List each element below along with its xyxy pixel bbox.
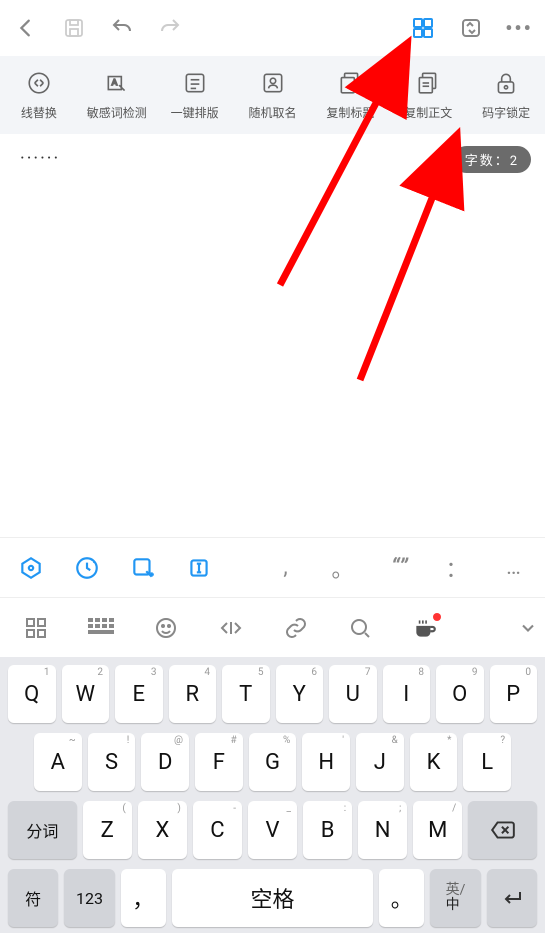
key-123[interactable]: 123: [64, 869, 114, 927]
key-z[interactable]: Z(: [83, 801, 132, 859]
search-icon[interactable]: [348, 615, 372, 641]
tool-label: 一键排版: [171, 104, 219, 121]
key-b[interactable]: B:: [303, 801, 352, 859]
copy-body-icon: [415, 70, 441, 96]
key-q[interactable]: Q1: [8, 665, 56, 723]
coffee-icon[interactable]: [412, 615, 438, 641]
tool-copy-body[interactable]: 复制正文: [389, 56, 467, 134]
tool-label: 敏感词检测: [87, 104, 147, 121]
tool-label: 复制标题: [326, 104, 374, 121]
key-symbol[interactable]: 符: [8, 869, 58, 927]
kb-row-3: 分词 Z(X)C-V_B:N;M/: [4, 801, 541, 859]
redo-icon[interactable]: [156, 14, 184, 42]
key-w[interactable]: W2: [62, 665, 110, 723]
editor-text: ······: [20, 148, 60, 169]
note-add-icon[interactable]: [130, 555, 156, 581]
editor-area[interactable]: ······ 字数：2: [0, 134, 545, 537]
notification-dot: [433, 613, 441, 621]
lock-icon: [493, 70, 519, 96]
key-a[interactable]: A~: [34, 733, 82, 791]
random-name-icon: [260, 70, 286, 96]
ime-keyboard-icon[interactable]: [88, 615, 114, 641]
layout-icon: [182, 70, 208, 96]
link-icon[interactable]: [284, 615, 308, 641]
ime-tools-row: [0, 597, 545, 657]
key-g[interactable]: G%: [249, 733, 297, 791]
swap-icon[interactable]: [457, 14, 485, 42]
tool-random-name[interactable]: 随机取名: [234, 56, 312, 134]
punct-comma[interactable]: ,: [272, 555, 299, 580]
ime-grid-icon[interactable]: [24, 615, 48, 641]
key-x[interactable]: X): [138, 801, 187, 859]
key-o[interactable]: O9: [436, 665, 484, 723]
svg-text:A: A: [111, 78, 117, 88]
key-r[interactable]: R4: [169, 665, 217, 723]
cursor-box-icon[interactable]: [186, 555, 212, 581]
toolbar-strip: 线替换 A 敏感词检测 一键排版 随机取名 复制标题 复制正文 码字锁定: [0, 56, 545, 134]
grid-icon[interactable]: [409, 14, 437, 42]
copy-title-icon: [337, 70, 363, 96]
key-h[interactable]: H': [302, 733, 350, 791]
key-backspace[interactable]: [468, 801, 537, 859]
punct-quotes[interactable]: “”: [386, 555, 413, 580]
punct-stop[interactable]: 。: [329, 552, 356, 584]
back-icon[interactable]: [12, 14, 40, 42]
save-icon[interactable]: [60, 14, 88, 42]
key-y[interactable]: Y6: [276, 665, 324, 723]
emoji-icon[interactable]: [154, 615, 178, 641]
key-t[interactable]: T5: [222, 665, 270, 723]
tool-sensitive[interactable]: A 敏感词检测: [78, 56, 156, 134]
undo-icon[interactable]: [108, 14, 136, 42]
key-m[interactable]: M/: [413, 801, 462, 859]
key-d[interactable]: D@: [141, 733, 189, 791]
punct-colon[interactable]: ：: [443, 552, 470, 584]
key-period[interactable]: 。: [379, 869, 424, 927]
kb-row-bottom: 符 123 ， 空格 。 英/中: [4, 869, 541, 933]
tool-lock[interactable]: 码字锁定: [467, 56, 545, 134]
key-p[interactable]: P0: [490, 665, 538, 723]
hexagon-icon[interactable]: [18, 555, 44, 581]
keyboard: Q1W2E3R4T5Y6U7I8O9P0 A~S!D@F#G%H'J&K*L? …: [0, 657, 545, 933]
replace-icon: [26, 70, 52, 96]
key-f[interactable]: F#: [195, 733, 243, 791]
kb-row-1: Q1W2E3R4T5Y6U7I8O9P0: [4, 665, 541, 723]
key-enter[interactable]: [487, 869, 537, 927]
key-s[interactable]: S!: [88, 733, 136, 791]
key-n[interactable]: N;: [358, 801, 407, 859]
kb-row-2: A~S!D@F#G%H'J&K*L?: [4, 733, 541, 791]
key-v[interactable]: V_: [248, 801, 297, 859]
key-k[interactable]: K*: [410, 733, 458, 791]
tool-copy-title[interactable]: 复制标题: [311, 56, 389, 134]
key-e[interactable]: E3: [115, 665, 163, 723]
tool-replace[interactable]: 线替换: [0, 56, 78, 134]
tool-label: 复制正文: [404, 104, 452, 121]
key-l[interactable]: L?: [463, 733, 511, 791]
tool-label: 随机取名: [249, 104, 297, 121]
key-u[interactable]: U7: [329, 665, 377, 723]
key-j[interactable]: J&: [356, 733, 404, 791]
key-c[interactable]: C-: [193, 801, 242, 859]
timer-icon[interactable]: [74, 555, 100, 581]
key-i[interactable]: I8: [383, 665, 431, 723]
key-comma[interactable]: ，: [121, 869, 166, 927]
punct-ellipsis[interactable]: …: [500, 555, 527, 580]
word-count-badge: 字数：2: [453, 146, 531, 173]
tool-label: 线替换: [21, 104, 57, 121]
more-icon[interactable]: •••: [505, 14, 533, 42]
tool-label: 码字锁定: [482, 104, 530, 121]
editor-tools-row: , 。 “” ： …: [0, 537, 545, 597]
code-icon[interactable]: [218, 615, 244, 641]
key-space[interactable]: 空格: [172, 869, 373, 927]
top-nav: •••: [0, 0, 545, 56]
sensitive-icon: A: [104, 70, 130, 96]
key-fenci[interactable]: 分词: [8, 801, 77, 859]
tool-layout[interactable]: 一键排版: [156, 56, 234, 134]
chevron-down-icon[interactable]: [518, 615, 538, 641]
key-lang[interactable]: 英/中: [430, 869, 480, 927]
